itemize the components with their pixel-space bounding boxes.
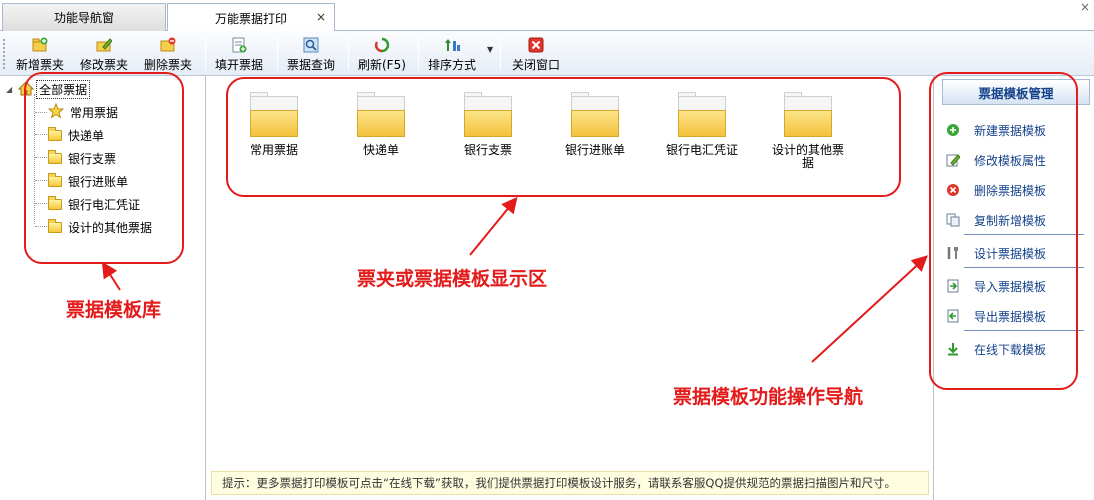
window-close-icon[interactable]: × [1080,0,1090,14]
refresh-icon [374,37,390,53]
toolbar-separator [205,36,206,70]
toolbar-separator [500,36,501,70]
toolbar-label: 关闭窗口 [512,58,561,72]
magnifier-icon [303,37,319,53]
edit-folder-button[interactable]: 修改票夹 [80,34,128,74]
toolbar-label: 修改票夹 [80,58,129,72]
toolbar-separator [277,36,278,70]
tab-label: 万能票据打印 [214,11,287,26]
fill-ticket-icon [231,37,247,53]
display-area-annotation: 票夹或票据模板显示区 [357,268,548,290]
toolbar-label: 新增票夹 [16,58,65,72]
refresh-button[interactable]: 刷新(F5) [358,34,406,74]
toolbar-label: 删除票夹 [144,58,193,72]
tab-function-nav[interactable]: 功能导航窗 [2,3,166,31]
collapse-triangle-icon[interactable]: ◢ [6,85,12,94]
toolbar-separator [348,36,349,70]
delete-folder-icon [160,37,176,53]
library-annotation: 票据模板库 [66,299,162,321]
toolbar-label: 刷新(F5) [358,58,406,72]
toolbar-label: 填开票据 [215,58,264,72]
tab-strip: 功能导航窗 万能票据打印 × × [0,0,1094,32]
sort-dropdown-arrow-icon[interactable]: ▼ [487,45,493,54]
edit-folder-icon [96,37,113,53]
delete-folder-button[interactable]: 删除票夹 [144,34,192,74]
library-highlight-box [24,72,184,264]
display-area-highlight-box [226,77,901,197]
toolbar-grip[interactable] [3,39,6,69]
sort-button[interactable]: 排序方式 [428,34,476,74]
toolbar-label: 票据查询 [287,58,336,72]
new-folder-icon [32,37,48,53]
close-window-icon [528,37,544,53]
new-folder-button[interactable]: 新增票夹 [16,34,64,74]
tab-ticket-print[interactable]: 万能票据打印 × [167,3,335,32]
query-ticket-button[interactable]: 票据查询 [287,34,335,74]
tab-label: 功能导航窗 [53,11,114,25]
close-window-button[interactable]: 关闭窗口 [512,34,560,74]
toolbar-label: 排序方式 [428,58,477,72]
toolbar-separator [418,36,419,70]
nav-highlight-box [929,72,1078,390]
nav-annotation: 票据模板功能操作导航 [673,386,864,408]
toolbar: 新增票夹 修改票夹 删除票夹 填开票据 票据查询 刷新(F5) 排序方式 ▼ 关… [0,31,1094,76]
close-icon[interactable]: × [316,10,326,24]
fill-ticket-button[interactable]: 填开票据 [215,34,263,74]
sort-icon [444,37,460,53]
tip-bar: 提示：更多票据打印模板可点击“在线下载”获取，我们提供票据打印模板设计服务，请联… [211,471,929,495]
